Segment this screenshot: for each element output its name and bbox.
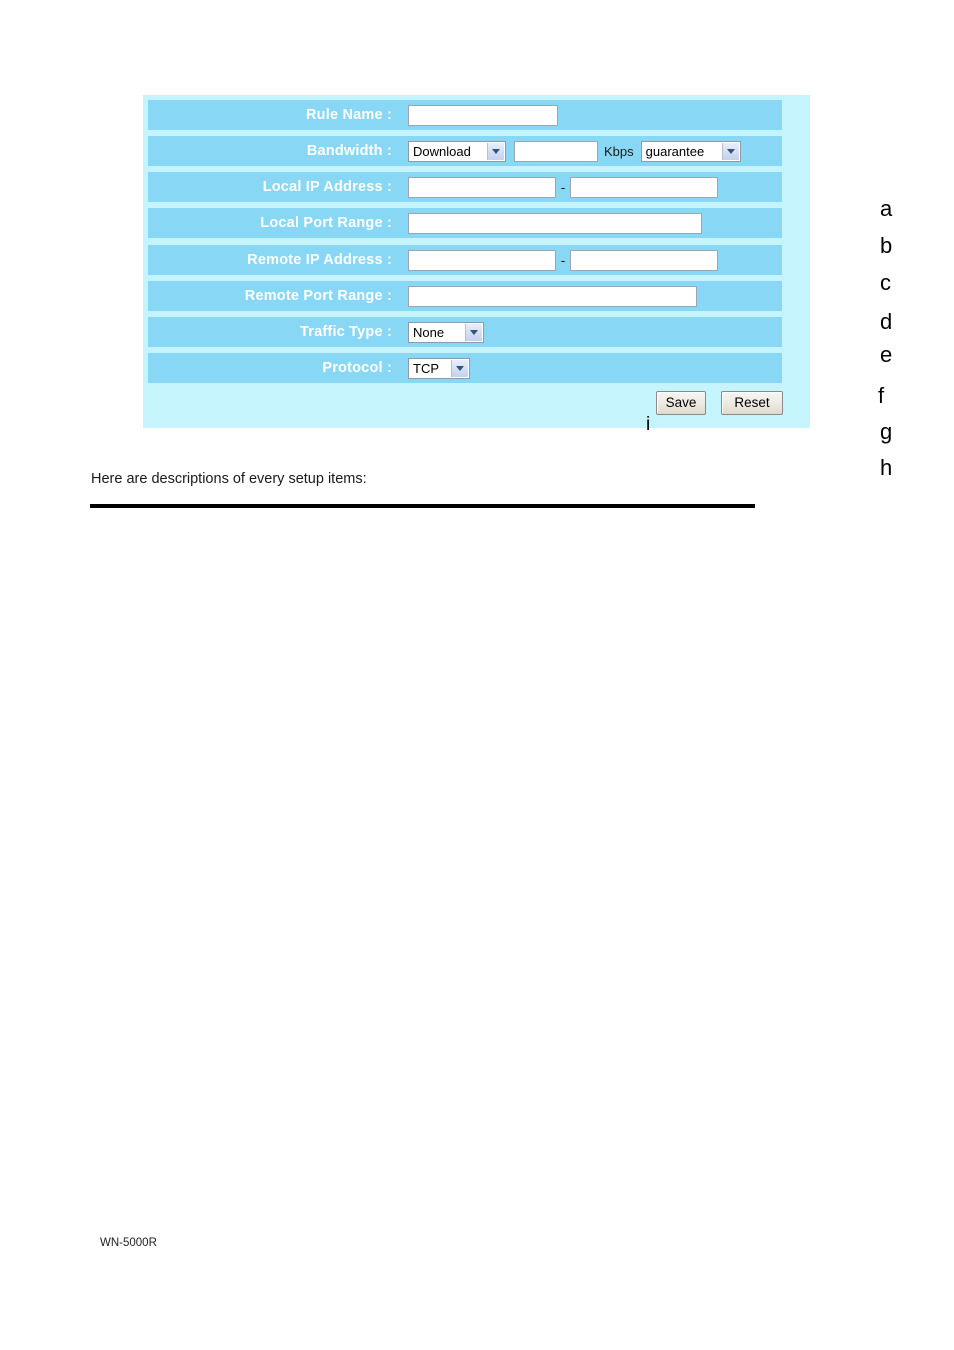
field-group-rule-name [408,100,558,130]
chevron-down-icon [456,366,464,371]
annotation-letter-b: b [880,233,893,258]
save-button[interactable]: Save [656,391,706,415]
label-local-port-range: Local Port Range : [260,215,392,231]
local-ip-range-separator: - [560,179,566,195]
form-row-protocol: Protocol : TCP [148,353,782,383]
bandwidth-mode-value: guarantee [645,143,705,159]
annotation-letter-c: c [880,270,891,295]
field-group-local-port-range [408,208,702,238]
label-rule-name: Rule Name : [306,107,392,123]
form-button-bar: Save Reset [148,391,783,419]
form-row-rule-name: Rule Name : [148,100,782,130]
remote-ip-range-separator: - [560,252,566,268]
remote-ip-to-input[interactable] [570,249,718,271]
field-group-remote-port-range [408,281,697,311]
local-port-range-input[interactable] [408,212,702,234]
remote-port-range-input[interactable] [408,285,697,307]
traffic-type-select[interactable]: None [408,321,484,343]
remote-ip-from-input[interactable] [408,249,556,271]
bandwidth-direction-value: Download [413,143,471,159]
local-ip-from-input[interactable] [408,176,556,198]
bandwidth-amount-input[interactable] [514,140,598,162]
bandwidth-mode-select[interactable]: guarantee [640,140,741,162]
field-group-protocol: TCP [408,353,470,383]
footer-model-label: WN-5000R [100,1237,157,1249]
field-group-remote-ip-address: - [408,245,718,275]
reset-button[interactable]: Reset [721,391,783,415]
form-row-bandwidth: Bandwidth : Download Kbps guarantee [148,136,782,166]
label-bandwidth: Bandwidth : [306,143,392,159]
annotation-letter-h: h [880,455,893,480]
field-group-bandwidth: Download Kbps guarantee [408,136,741,166]
annotation-letter-i: i [646,414,651,435]
form-row-traffic-type: Traffic Type : None [148,317,782,347]
chevron-down-icon [726,149,735,154]
annotation-letter-d: d [880,309,893,334]
chevron-down-icon [470,330,478,335]
label-remote-ip-address: Remote IP Address : [247,252,392,268]
protocol-select[interactable]: TCP [408,357,470,379]
description-line: Here are descriptions of every setup ite… [91,471,367,487]
form-row-local-port-range: Local Port Range : [148,208,782,238]
label-protocol: Protocol : [322,360,392,376]
protocol-value: TCP [413,360,439,376]
traffic-type-value: None [413,324,445,340]
label-traffic-type: Traffic Type : [300,324,392,340]
form-row-local-ip-address: Local IP Address : - [148,172,782,202]
bandwidth-unit-label: Kbps [604,143,634,159]
annotation-letter-g: g [880,419,893,444]
rule-name-input[interactable] [408,104,558,126]
section-divider [90,504,755,508]
chevron-down-icon [492,149,500,154]
field-group-traffic-type: None [408,317,484,347]
form-row-remote-port-range: Remote Port Range : [148,281,782,311]
bandwidth-direction-select[interactable]: Download [408,140,506,162]
form-row-remote-ip-address: Remote IP Address : - [148,245,782,275]
field-group-local-ip-address: - [408,172,718,202]
label-local-ip-address: Local IP Address : [262,179,392,195]
annotation-letter-f: f [878,383,885,408]
annotation-letter-a: a [880,196,893,221]
annotation-letter-e: e [880,342,893,367]
qos-settings-panel: Rule Name : a Bandwidth : Download Kbps … [143,95,892,479]
label-remote-port-range: Remote Port Range : [244,288,392,304]
local-ip-to-input[interactable] [570,176,718,198]
